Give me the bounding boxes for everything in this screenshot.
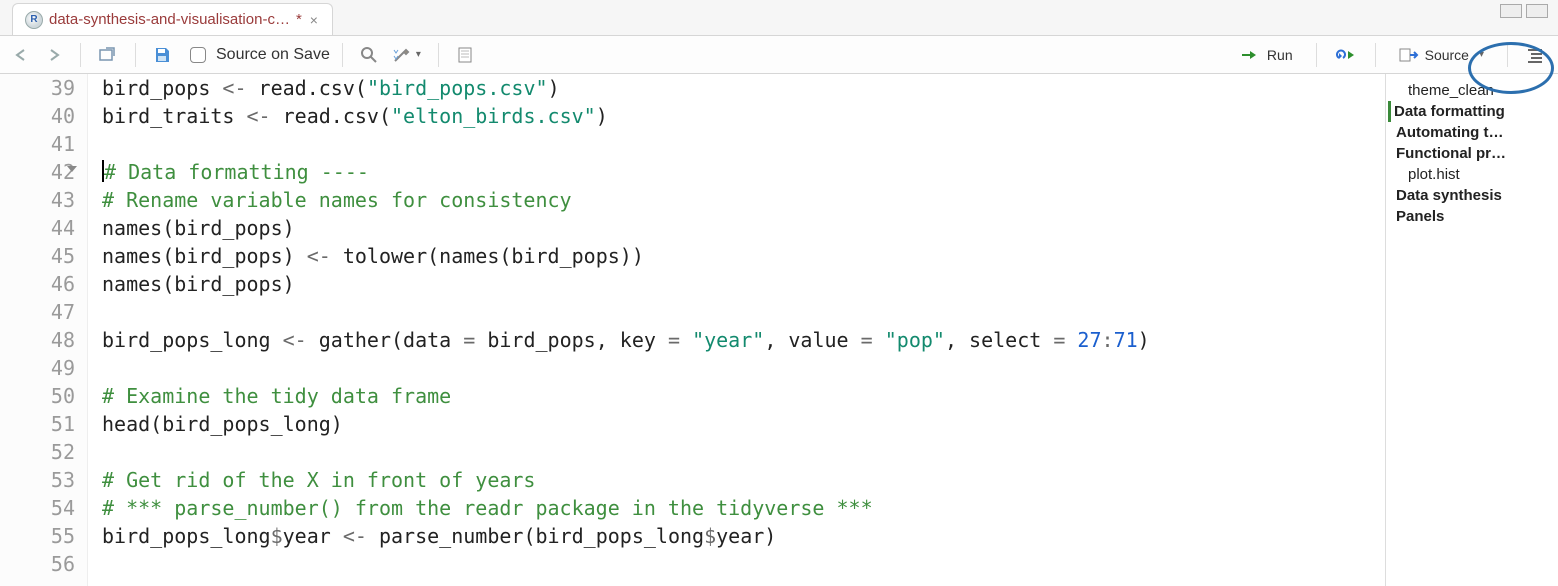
separator xyxy=(1316,43,1317,67)
code-editor[interactable]: 394041424344454647484950515253545556 bir… xyxy=(0,74,1386,586)
main-area: 394041424344454647484950515253545556 bir… xyxy=(0,74,1558,586)
outline-item[interactable]: Functional pr… xyxy=(1394,143,1554,164)
line-number: 46 xyxy=(0,270,75,298)
line-number: 51 xyxy=(0,410,75,438)
file-tab[interactable]: R data-synthesis-and-visualisation-c… * … xyxy=(12,3,333,35)
code-area[interactable]: bird_pops <- read.csv("bird_pops.csv")bi… xyxy=(88,74,1385,586)
code-line: names(bird_pops) <- tolower(names(bird_p… xyxy=(102,242,1385,270)
separator xyxy=(438,43,439,67)
line-number: 43 xyxy=(0,186,75,214)
minimize-pane-icon[interactable] xyxy=(1500,4,1522,18)
show-in-new-window-button[interactable] xyxy=(93,42,123,68)
code-line: # Get rid of the X in front of years xyxy=(102,466,1385,494)
code-line: # Data formatting ---- xyxy=(102,158,1385,186)
run-label: Run xyxy=(1267,47,1293,63)
code-line: bird_pops <- read.csv("bird_pops.csv") xyxy=(102,74,1385,102)
run-button[interactable]: Run xyxy=(1230,42,1304,68)
line-number: 53 xyxy=(0,466,75,494)
tab-title: data-synthesis-and-visualisation-c… xyxy=(49,11,290,28)
compile-report-button[interactable] xyxy=(451,42,479,68)
chevron-down-icon: ▾ xyxy=(1479,49,1484,60)
nav-back-button[interactable] xyxy=(8,42,36,68)
line-gutter: 394041424344454647484950515253545556 xyxy=(0,74,88,586)
code-line xyxy=(102,438,1385,466)
line-number: 44 xyxy=(0,214,75,242)
code-tools-button[interactable]: ▾ xyxy=(387,42,426,68)
line-number: 39 xyxy=(0,74,75,102)
document-outline: theme_cleanData formattingAutomating t…F… xyxy=(1386,74,1558,586)
code-line: names(bird_pops) xyxy=(102,214,1385,242)
rerun-button[interactable] xyxy=(1329,42,1363,68)
outline-item[interactable]: Panels xyxy=(1394,206,1554,227)
code-line: bird_pops_long <- gather(data = bird_pop… xyxy=(102,326,1385,354)
code-line: bird_pops_long$year <- parse_number(bird… xyxy=(102,522,1385,550)
separator xyxy=(135,43,136,67)
code-line xyxy=(102,298,1385,326)
tab-dirty-marker: * xyxy=(296,11,302,28)
line-number: 47 xyxy=(0,298,75,326)
code-line: head(bird_pops_long) xyxy=(102,410,1385,438)
outline-item[interactable]: Data synthesis xyxy=(1394,185,1554,206)
document-outline-button[interactable] xyxy=(1520,42,1550,68)
line-number: 48 xyxy=(0,326,75,354)
code-line: bird_traits <- read.csv("elton_birds.csv… xyxy=(102,102,1385,130)
code-line: names(bird_pops) xyxy=(102,270,1385,298)
separator xyxy=(80,43,81,67)
line-number: 41 xyxy=(0,130,75,158)
outline-item[interactable]: Data formatting xyxy=(1388,101,1554,122)
code-line: # Rename variable names for consistency xyxy=(102,186,1385,214)
tab-bar: R data-synthesis-and-visualisation-c… * … xyxy=(0,0,1558,36)
separator xyxy=(1375,43,1376,67)
code-line xyxy=(102,130,1385,158)
line-number: 45 xyxy=(0,242,75,270)
source-on-save-label: Source on Save xyxy=(216,46,330,64)
nav-forward-button[interactable] xyxy=(40,42,68,68)
separator xyxy=(1507,43,1508,67)
line-number: 42 xyxy=(0,158,75,186)
editor-toolbar: Source on Save ▾ Run Source ▾ xyxy=(0,36,1558,74)
source-button[interactable]: Source ▾ xyxy=(1388,42,1495,68)
line-number: 54 xyxy=(0,494,75,522)
outline-item[interactable]: Automating t… xyxy=(1394,122,1554,143)
line-number: 40 xyxy=(0,102,75,130)
save-button[interactable] xyxy=(148,42,176,68)
close-icon[interactable]: × xyxy=(308,13,320,27)
maximize-pane-icon[interactable] xyxy=(1526,4,1548,18)
line-number: 55 xyxy=(0,522,75,550)
outline-item[interactable]: plot.hist xyxy=(1394,164,1554,185)
line-number: 50 xyxy=(0,382,75,410)
pane-window-controls xyxy=(1500,4,1548,18)
code-line xyxy=(102,354,1385,382)
code-line: # Examine the tidy data frame xyxy=(102,382,1385,410)
separator xyxy=(342,43,343,67)
line-number: 56 xyxy=(0,550,75,578)
fold-icon[interactable] xyxy=(67,166,77,172)
source-label: Source xyxy=(1425,47,1469,63)
r-file-icon: R xyxy=(25,11,43,29)
code-line: # *** parse_number() from the readr pack… xyxy=(102,494,1385,522)
line-number: 49 xyxy=(0,354,75,382)
outline-item[interactable]: theme_clean xyxy=(1394,80,1554,101)
source-on-save-checkbox[interactable] xyxy=(190,47,206,63)
chevron-down-icon: ▾ xyxy=(416,49,421,60)
find-replace-button[interactable] xyxy=(355,42,383,68)
line-number: 52 xyxy=(0,438,75,466)
code-line xyxy=(102,550,1385,578)
